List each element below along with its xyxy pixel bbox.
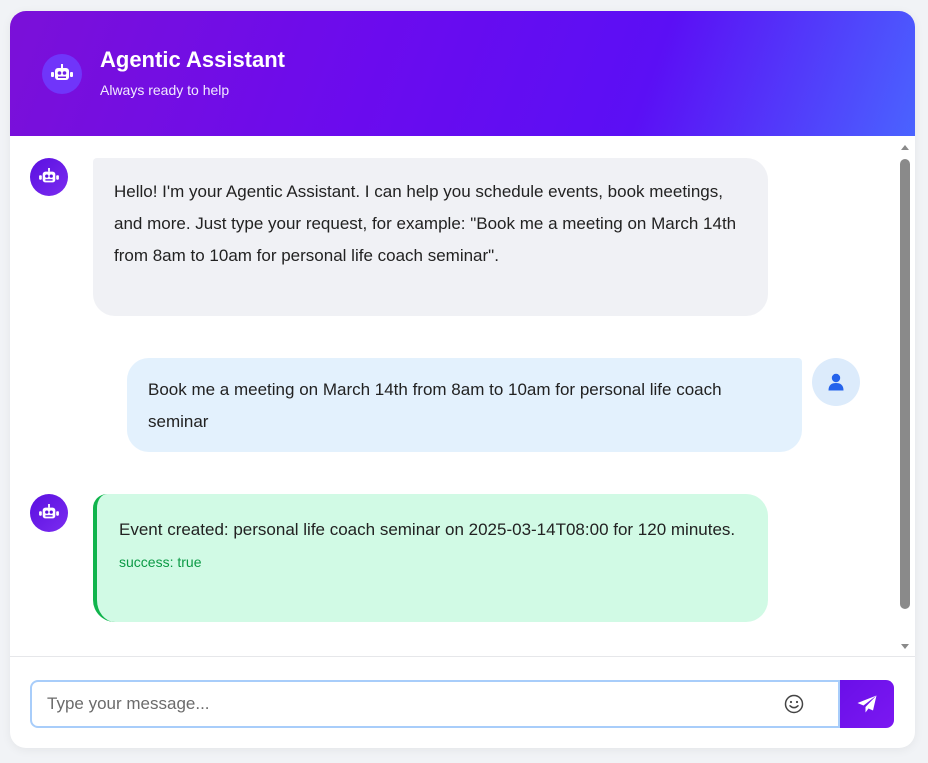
paper-plane-icon: [857, 695, 877, 713]
status-badge: success: true: [119, 554, 202, 570]
robot-icon: [39, 504, 59, 519]
robot-icon: [39, 168, 59, 183]
robot-icon: [51, 64, 73, 80]
user-avatar: [812, 358, 860, 406]
chat-window: Agentic Assistant Always ready to help H…: [10, 11, 915, 748]
smiley-icon: [784, 694, 804, 714]
chat-header: Agentic Assistant Always ready to help: [10, 11, 915, 136]
message-text: Hello! I'm your Agentic Assistant. I can…: [114, 182, 737, 265]
message-text: Book me a meeting on March 14th from 8am…: [148, 380, 722, 431]
bot-message: Hello! I'm your Agentic Assistant. I can…: [93, 158, 768, 316]
emoji-button[interactable]: [784, 694, 804, 714]
scroll-down-arrow[interactable]: [901, 644, 909, 649]
composer: [10, 656, 915, 748]
assistant-avatar: [42, 54, 82, 94]
bot-success-message: Event created: personal life coach semin…: [93, 494, 768, 622]
user-message: Book me a meeting on March 14th from 8am…: [127, 358, 802, 452]
assistant-name: Agentic Assistant: [100, 47, 286, 72]
scroll-up-arrow[interactable]: [901, 145, 909, 150]
message-input[interactable]: [32, 682, 787, 726]
bot-avatar: [30, 158, 68, 196]
user-icon: [828, 373, 844, 391]
message-input-wrapper: [30, 680, 840, 728]
bot-avatar: [30, 494, 68, 532]
assistant-status: Always ready to help: [100, 82, 230, 98]
message-list[interactable]: Hello! I'm your Agentic Assistant. I can…: [10, 136, 915, 656]
message-text: Event created: personal life coach semin…: [119, 520, 736, 539]
send-button[interactable]: [840, 680, 894, 728]
message-scrollbar[interactable]: [897, 139, 913, 649]
scroll-thumb[interactable]: [900, 159, 910, 609]
